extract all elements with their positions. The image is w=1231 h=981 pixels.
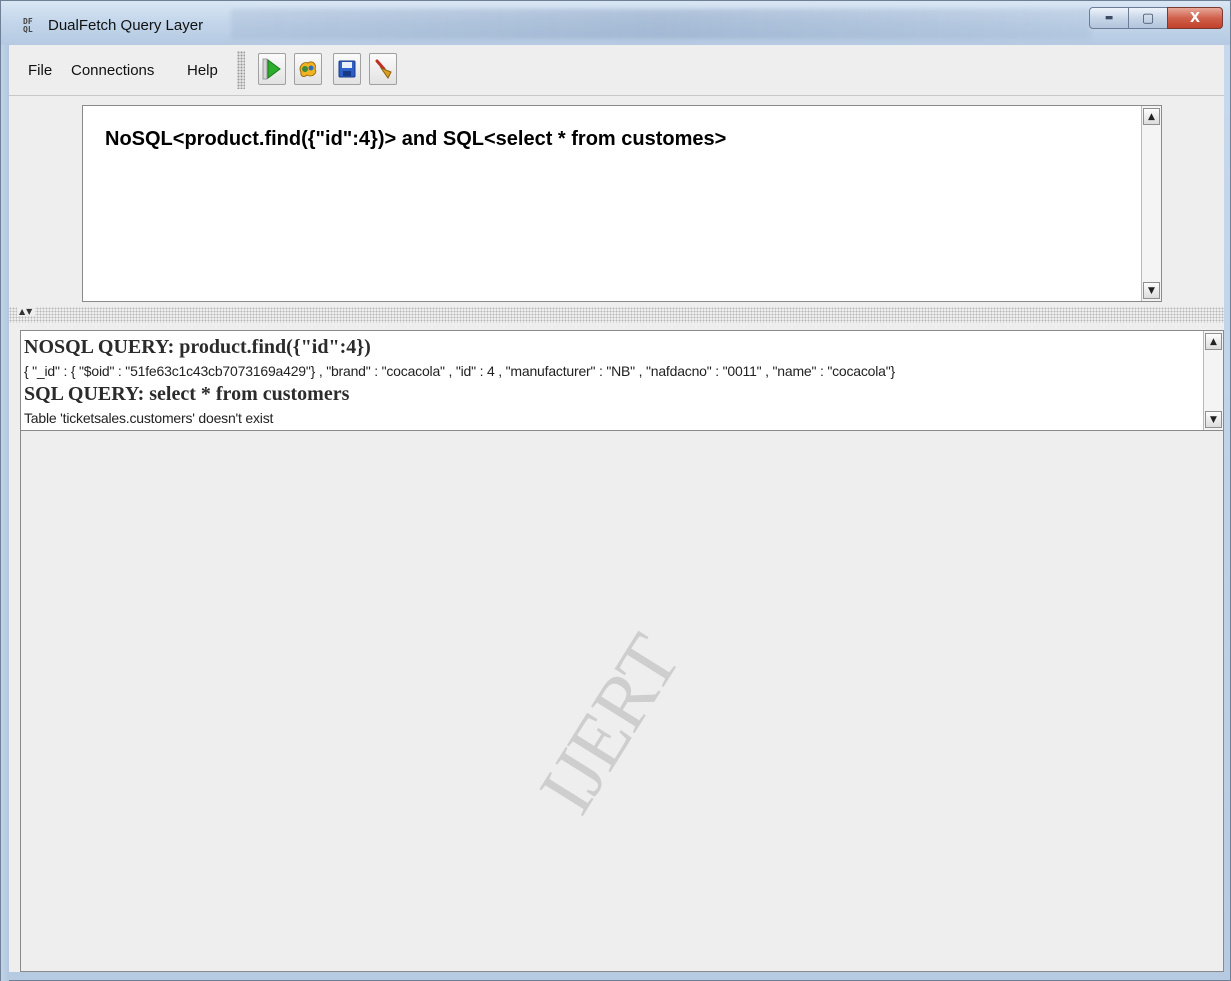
query-editor-scrollbar[interactable]: ▲ ▼ (1141, 106, 1161, 301)
menu-connections[interactable]: Connections (71, 62, 154, 79)
sql-result-line: Table 'ticketsales.customers' doesn't ex… (24, 410, 274, 426)
nosql-query-heading: NOSQL QUERY: product.find({"id":4}) (24, 336, 371, 358)
results-scroll-up-button[interactable]: ▲ (1205, 333, 1222, 350)
minimize-icon: ▬ (1104, 13, 1114, 23)
save-button[interactable] (333, 53, 361, 85)
nosql-result-line: { "_id" : { "$oid" : "51fe63c1c43cb70731… (24, 363, 896, 379)
close-button[interactable]: X (1167, 7, 1223, 29)
results-output[interactable]: NOSQL QUERY: product.find({"id":4}) { "_… (21, 331, 1223, 431)
results-scroll-down-button[interactable]: ▼ (1205, 411, 1222, 428)
main-content: NoSQL<product.find({"id":4})> and SQL<se… (9, 96, 1224, 972)
app-window: DF QL DualFetch Query Layer ▬ ▢ X File C… (0, 0, 1231, 981)
arrow-down-icon: ▼ (1148, 285, 1155, 296)
arrow-up-icon: ▲ (1148, 111, 1155, 122)
window-title: DualFetch Query Layer (48, 17, 204, 34)
arrow-down-icon: ▼ (1210, 414, 1217, 425)
clear-icon (375, 59, 392, 79)
connect-icon (299, 61, 317, 77)
query-editor-text[interactable]: NoSQL<product.find({"id":4})> and SQL<se… (105, 128, 726, 151)
menu-help[interactable]: Help (187, 62, 218, 79)
run-icon (262, 58, 281, 80)
title-bar-background (231, 9, 1091, 39)
arrow-up-icon: ▲ (1210, 336, 1217, 347)
menu-file[interactable]: File (28, 62, 52, 79)
app-icon: DF QL (23, 17, 33, 34)
title-bar[interactable]: DF QL DualFetch Query Layer ▬ ▢ X (1, 1, 1230, 45)
maximize-icon: ▢ (1141, 10, 1155, 26)
clear-button[interactable] (369, 53, 397, 85)
split-pane-divider[interactable]: ▲▼ (9, 307, 1224, 323)
maximize-button[interactable]: ▢ (1128, 7, 1168, 29)
scroll-up-button[interactable]: ▲ (1143, 108, 1160, 125)
divider-arrows-icon[interactable]: ▲▼ (17, 307, 36, 316)
run-button[interactable] (258, 53, 286, 85)
scroll-down-button[interactable]: ▼ (1143, 282, 1160, 299)
sql-query-heading: SQL QUERY: select * from customers (24, 383, 350, 405)
query-editor[interactable]: NoSQL<product.find({"id":4})> and SQL<se… (82, 105, 1162, 302)
menu-bar: File Connections Help (9, 45, 1224, 96)
connect-button[interactable] (294, 53, 322, 85)
minimize-button[interactable]: ▬ (1089, 7, 1129, 29)
toolbar-grip[interactable] (237, 51, 245, 89)
window-left-border (1, 45, 9, 981)
close-icon: X (1189, 10, 1201, 26)
save-icon (338, 60, 356, 78)
results-scrollbar[interactable]: ▲ ▼ (1203, 331, 1223, 430)
